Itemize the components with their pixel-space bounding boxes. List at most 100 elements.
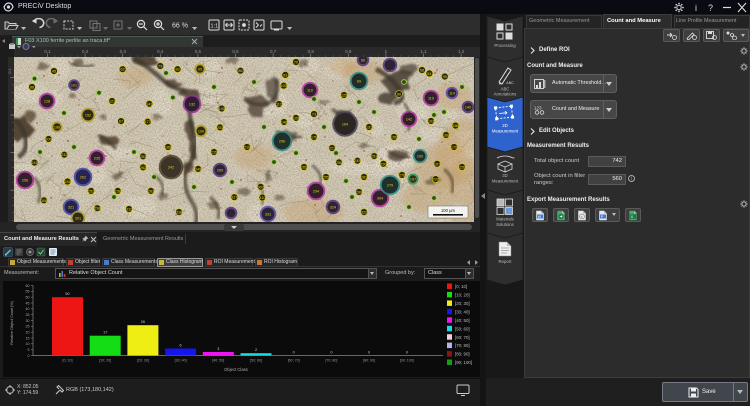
svg-text:318: 318 bbox=[176, 211, 182, 215]
svg-text:299: 299 bbox=[356, 191, 362, 195]
svg-text:0.9: 0.9 bbox=[345, 49, 352, 54]
svg-text:3: 3 bbox=[217, 347, 219, 351]
svg-text:ABC: ABC bbox=[506, 81, 514, 85]
svg-text:X: X bbox=[631, 215, 634, 219]
svg-text:307: 307 bbox=[258, 185, 264, 189]
svg-text:[70; 80]: [70; 80] bbox=[455, 343, 470, 348]
svg-text:119: 119 bbox=[428, 96, 434, 100]
svg-text:5: 5 bbox=[28, 348, 30, 352]
svg-text:290: 290 bbox=[380, 162, 386, 166]
svg-text:86: 86 bbox=[238, 69, 242, 73]
svg-text:110: 110 bbox=[307, 88, 313, 92]
svg-text:Solutions: Solutions bbox=[496, 222, 514, 227]
svg-text:210: 210 bbox=[244, 146, 250, 150]
svg-text:26: 26 bbox=[141, 320, 145, 324]
svg-text:101: 101 bbox=[71, 83, 77, 87]
svg-text:40: 40 bbox=[26, 307, 30, 311]
svg-text:164: 164 bbox=[342, 122, 348, 126]
svg-text:105: 105 bbox=[293, 116, 299, 120]
svg-text:93: 93 bbox=[283, 73, 287, 77]
svg-text:2: 2 bbox=[255, 348, 257, 352]
svg-text:0: 0 bbox=[293, 351, 295, 355]
svg-text:256: 256 bbox=[336, 161, 342, 165]
svg-text:70: 70 bbox=[294, 61, 298, 65]
svg-text:Object Class: Object Class bbox=[224, 367, 248, 372]
svg-text:331: 331 bbox=[265, 212, 271, 216]
svg-text:283: 283 bbox=[148, 189, 154, 193]
svg-text:112: 112 bbox=[276, 103, 282, 107]
svg-text:294: 294 bbox=[313, 189, 319, 193]
svg-text:256: 256 bbox=[22, 178, 28, 182]
svg-text:[20; 30]: [20; 30] bbox=[137, 359, 149, 363]
svg-text:121: 121 bbox=[109, 100, 115, 104]
svg-text:60: 60 bbox=[26, 284, 30, 288]
svg-text:35: 35 bbox=[26, 313, 30, 317]
svg-text:30: 30 bbox=[26, 319, 30, 323]
svg-text:176: 176 bbox=[311, 136, 317, 140]
svg-text:321: 321 bbox=[68, 205, 74, 209]
svg-text:242: 242 bbox=[168, 165, 174, 169]
svg-text:67: 67 bbox=[119, 120, 123, 124]
svg-text:150: 150 bbox=[391, 136, 397, 140]
svg-text:0: 0 bbox=[368, 351, 370, 355]
svg-text:265: 265 bbox=[301, 166, 307, 170]
svg-text:140: 140 bbox=[219, 107, 225, 111]
svg-text:221: 221 bbox=[329, 147, 335, 151]
svg-text:298: 298 bbox=[94, 207, 100, 211]
svg-text:[50; 60]: [50; 60] bbox=[455, 326, 470, 331]
svg-text:0: 0 bbox=[28, 354, 30, 358]
svg-text:253: 253 bbox=[371, 155, 377, 159]
svg-text:Measurement: Measurement bbox=[492, 129, 519, 134]
svg-text:279: 279 bbox=[387, 183, 393, 187]
svg-text:190: 190 bbox=[198, 129, 204, 133]
svg-text:0.4: 0.4 bbox=[157, 49, 164, 54]
svg-text:269: 269 bbox=[217, 168, 223, 172]
svg-text:55: 55 bbox=[26, 290, 30, 294]
svg-text:168: 168 bbox=[443, 134, 449, 138]
svg-text:255: 255 bbox=[323, 176, 329, 180]
svg-text:197: 197 bbox=[434, 162, 440, 166]
svg-text:123: 123 bbox=[534, 106, 542, 111]
svg-text:235: 235 bbox=[94, 156, 100, 160]
svg-text:[80; 90]: [80; 90] bbox=[363, 359, 375, 363]
svg-text:0: 0 bbox=[330, 351, 332, 355]
svg-text:297: 297 bbox=[432, 178, 438, 182]
svg-text:66: 66 bbox=[361, 58, 365, 62]
svg-text:245: 245 bbox=[354, 159, 360, 163]
svg-text:88: 88 bbox=[30, 86, 34, 90]
svg-text:141: 141 bbox=[146, 102, 152, 106]
svg-text:142: 142 bbox=[406, 117, 412, 121]
svg-text:[20; 30]: [20; 30] bbox=[455, 301, 470, 306]
svg-text:0.5: 0.5 bbox=[195, 49, 202, 54]
svg-text:[30; 40]: [30; 40] bbox=[175, 359, 187, 363]
svg-text:317: 317 bbox=[231, 196, 237, 200]
svg-text:15: 15 bbox=[26, 336, 30, 340]
svg-text:131: 131 bbox=[366, 126, 372, 130]
svg-text:232: 232 bbox=[61, 153, 67, 157]
svg-text:50: 50 bbox=[26, 296, 30, 300]
svg-text:95: 95 bbox=[443, 75, 447, 79]
svg-text:3D: 3D bbox=[502, 173, 508, 178]
svg-text:Processing: Processing bbox=[494, 43, 516, 48]
svg-text:301: 301 bbox=[75, 216, 81, 220]
svg-text:25: 25 bbox=[26, 325, 30, 329]
svg-text:Relative Object Count [%]: Relative Object Count [%] bbox=[10, 301, 14, 344]
svg-text:1:1: 1:1 bbox=[211, 24, 219, 30]
svg-text:0.8: 0.8 bbox=[308, 49, 315, 54]
svg-text:20: 20 bbox=[26, 331, 30, 335]
svg-text:100 µm: 100 µm bbox=[441, 208, 456, 213]
svg-text:152: 152 bbox=[85, 113, 91, 117]
svg-text:95: 95 bbox=[198, 67, 202, 71]
svg-text:[70; 80]: [70; 80] bbox=[325, 359, 337, 363]
svg-text:[60; 70]: [60; 70] bbox=[455, 335, 470, 340]
svg-text:83: 83 bbox=[175, 68, 179, 72]
svg-text:73: 73 bbox=[312, 113, 316, 117]
svg-text:58: 58 bbox=[420, 69, 424, 73]
svg-text:186: 186 bbox=[452, 124, 458, 128]
svg-text:128: 128 bbox=[44, 99, 50, 103]
svg-text:0.6: 0.6 bbox=[232, 49, 239, 54]
svg-text:[40; 50]: [40; 50] bbox=[212, 359, 224, 363]
svg-text:[90; 100]: [90; 100] bbox=[400, 359, 414, 363]
svg-text:172: 172 bbox=[451, 146, 457, 150]
svg-text:0.3: 0.3 bbox=[120, 49, 127, 54]
